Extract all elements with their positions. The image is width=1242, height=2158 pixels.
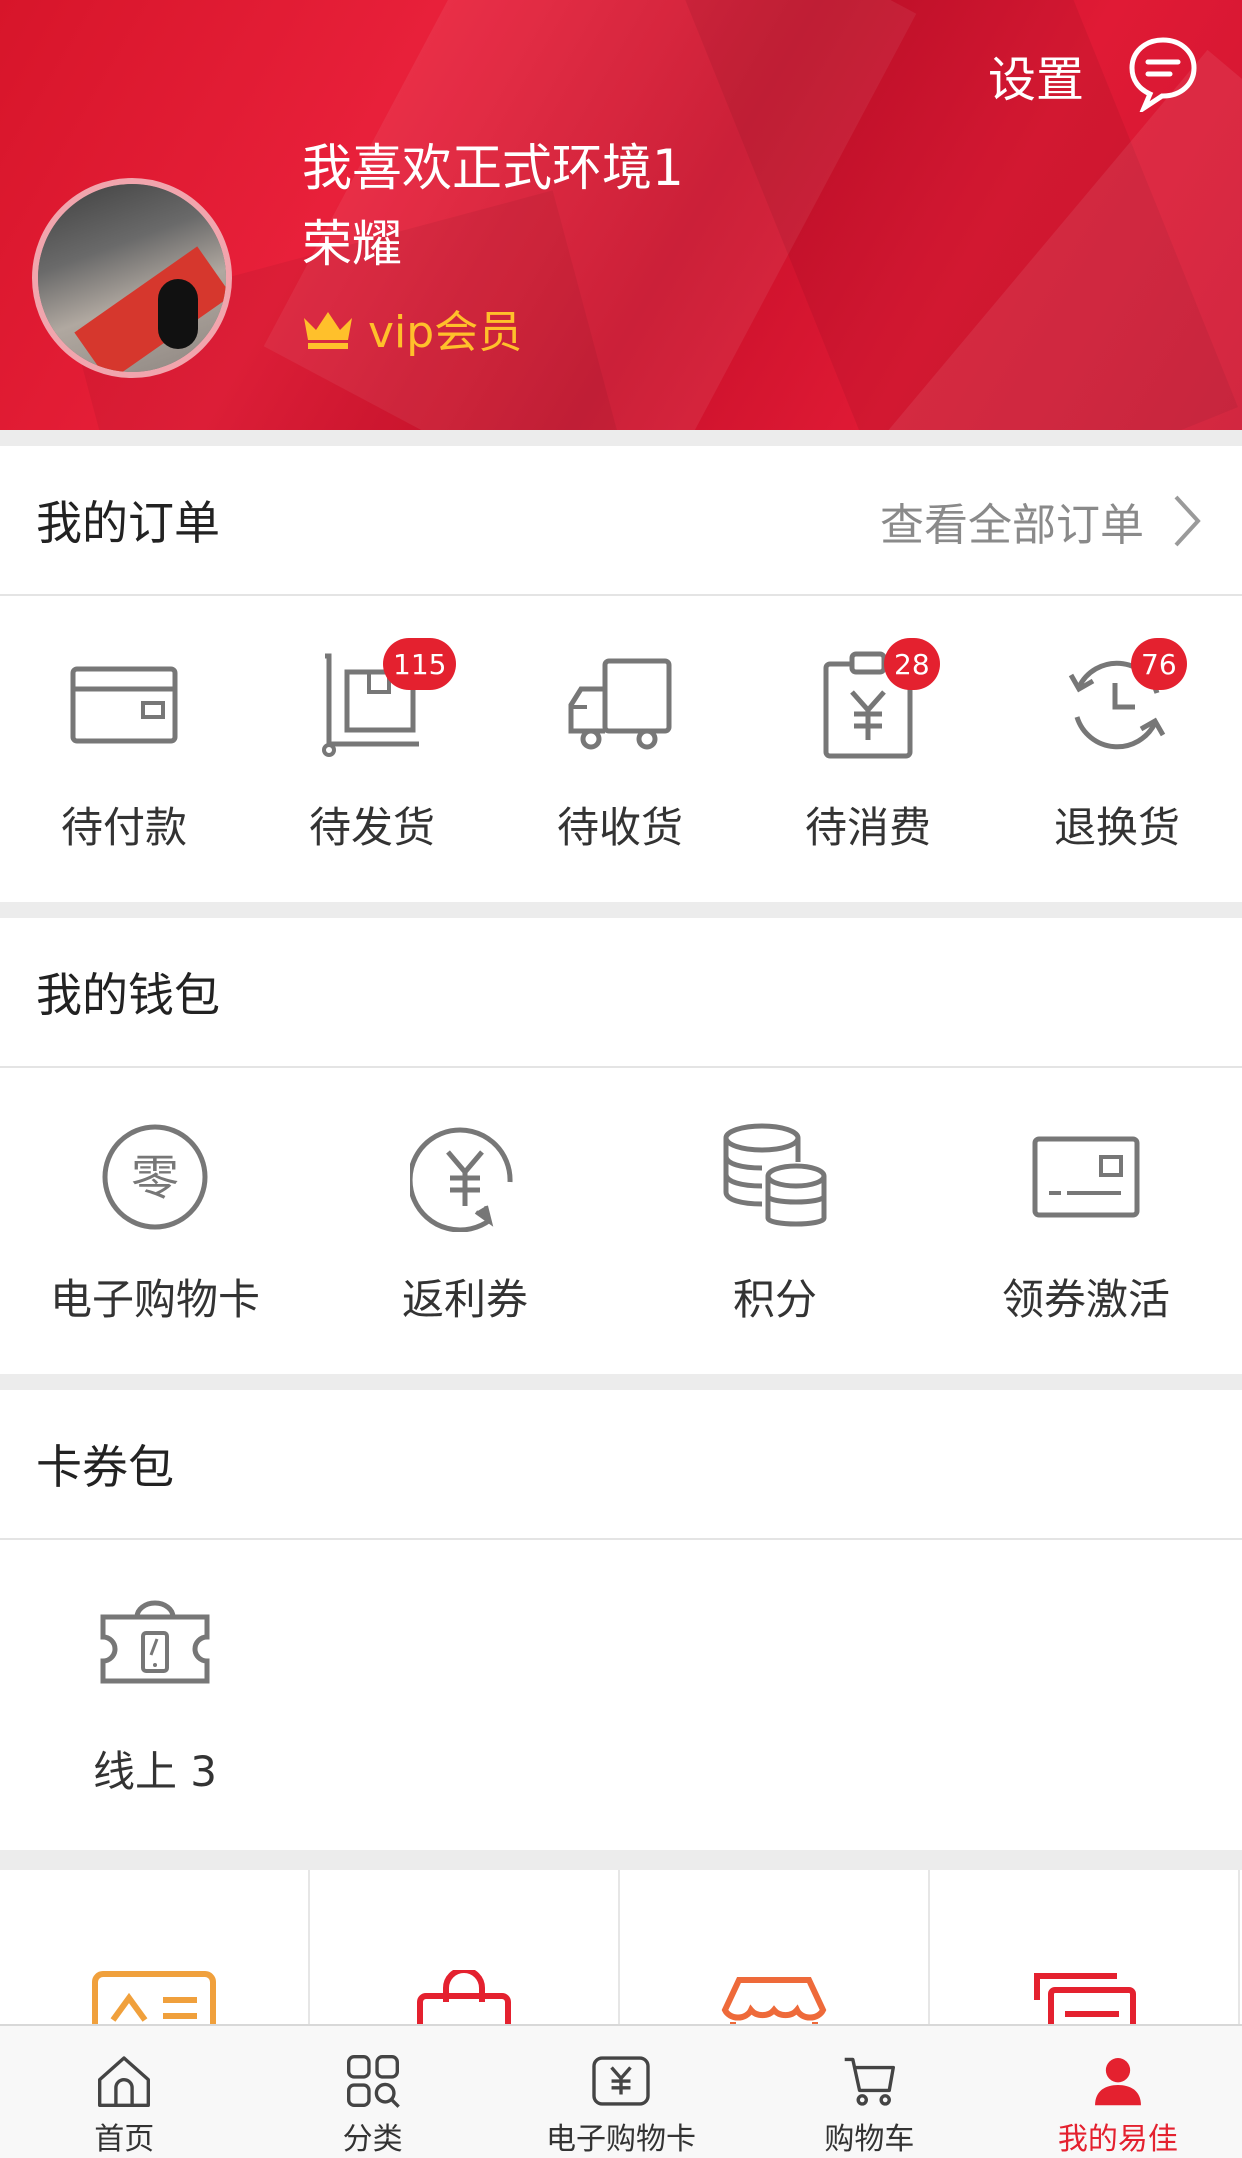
order-item-label: 待发货: [308, 803, 435, 852]
bottom-tabbar: 首页 分类 电子购物卡 购物车 我的易佳: [0, 2024, 1242, 2158]
zero-coin-icon: 零: [102, 1124, 208, 1230]
badge-count: 76: [1131, 638, 1187, 690]
store-awning-icon: [721, 1977, 827, 2030]
order-pending-shipment[interactable]: 115 待发货: [248, 596, 496, 855]
wallet-item-label: 领券激活: [1001, 1275, 1170, 1324]
tab-ecard[interactable]: 电子购物卡: [497, 2026, 745, 2158]
tab-cart[interactable]: 购物车: [745, 2026, 993, 2158]
order-item-label: 待消费: [804, 803, 931, 852]
service-item[interactable]: [620, 1870, 930, 2030]
coupons-header: 卡券包: [0, 1390, 1242, 1540]
user-icon: [1094, 2058, 1141, 2106]
wallet-ecard[interactable]: 零 电子购物卡: [0, 1068, 310, 1327]
order-pending-payment[interactable]: 待付款: [0, 596, 248, 855]
order-returns[interactable]: 76 退换货: [992, 596, 1242, 855]
wallet-title: 我的钱包: [36, 968, 220, 1022]
tab-label: 电子购物卡: [546, 2122, 697, 2157]
cart-icon: [845, 2057, 896, 2106]
vip-label: vip会员: [368, 307, 523, 358]
wallet-points[interactable]: 积分: [620, 1068, 930, 1327]
coupons-title: 卡券包: [36, 1440, 174, 1494]
chevron-right-icon: [1174, 495, 1201, 547]
wallet-header: 我的钱包: [0, 918, 1242, 1068]
order-pending-receipt[interactable]: 待收货: [496, 596, 744, 855]
card-activate-icon: [1032, 1136, 1140, 1218]
coupons-section: 卡券包 线上 3: [0, 1390, 1242, 1850]
wallet-card-icon: [70, 666, 178, 744]
wallet-section: 我的钱包 零 电子购物卡 返利券 积分 领券激活: [0, 918, 1242, 1374]
order-item-label: 待付款: [60, 803, 187, 852]
wallet-item-label: 电子购物卡: [49, 1275, 260, 1324]
coupon-item-label: 线上 3: [92, 1747, 218, 1796]
tab-profile[interactable]: 我的易佳: [994, 2026, 1242, 2158]
order-item-label: 退换货: [1053, 803, 1180, 852]
wallet-coupon-activate[interactable]: 领券激活: [930, 1068, 1242, 1327]
badge-count: 28: [884, 638, 940, 690]
orders-header: 我的订单 查看全部订单: [0, 446, 1242, 596]
message-icon[interactable]: [1128, 36, 1198, 112]
orders-section: 我的订单 查看全部订单 待付款 115 待发货 待收货 28 待消费 76 退换…: [0, 446, 1242, 902]
avatar[interactable]: [32, 178, 232, 378]
service-item[interactable]: [0, 1870, 310, 2030]
phone-ticket-icon: [100, 1600, 210, 1684]
tab-category[interactable]: 分类: [248, 2026, 496, 2158]
home-icon: [98, 2056, 151, 2107]
tab-label: 首页: [94, 2122, 155, 2157]
orders-title: 我的订单: [36, 496, 220, 550]
settings-button[interactable]: 设置: [988, 40, 1084, 110]
badge-count: 115: [383, 638, 457, 690]
tab-label: 我的易佳: [1057, 2122, 1178, 2157]
order-item-label: 待收货: [556, 803, 683, 852]
documents-icon: [1034, 1973, 1136, 2030]
yen-rebate-icon: [410, 1127, 513, 1232]
wallet-item-label: 积分: [732, 1275, 817, 1324]
tab-label: 购物车: [824, 2122, 915, 2157]
coupon-online[interactable]: 线上 3: [0, 1540, 310, 1799]
view-all-orders-link[interactable]: 查看全部订单: [880, 446, 1202, 596]
wallet-rebate[interactable]: 返利券: [310, 1068, 620, 1327]
svg-text:零: 零: [131, 1150, 179, 1206]
category-search-icon: [346, 2055, 400, 2108]
profile-header: 设置 我喜欢正式环境1荣耀 vip会员: [0, 0, 1242, 430]
tab-label: 分类: [342, 2122, 403, 2157]
order-pending-consume[interactable]: 28 待消费: [744, 596, 992, 855]
tab-home[interactable]: 首页: [0, 2026, 248, 2158]
crown-icon: [304, 312, 352, 349]
wallet-item-label: 返利券: [401, 1275, 528, 1324]
yen-card-icon: [592, 2056, 650, 2106]
service-item[interactable]: [310, 1870, 620, 2030]
services-strip: [0, 1870, 1242, 2030]
coins-stack-icon: [723, 1123, 827, 1227]
service-item[interactable]: [930, 1870, 1240, 2030]
truck-icon: [568, 658, 672, 750]
view-all-label: 查看全部订单: [880, 500, 1144, 551]
username: 我喜欢正式环境1荣耀: [302, 139, 684, 273]
shopping-bag-icon: [417, 1970, 511, 2030]
id-card-icon: [92, 1971, 216, 2030]
vip-badge[interactable]: vip会员: [300, 296, 522, 360]
